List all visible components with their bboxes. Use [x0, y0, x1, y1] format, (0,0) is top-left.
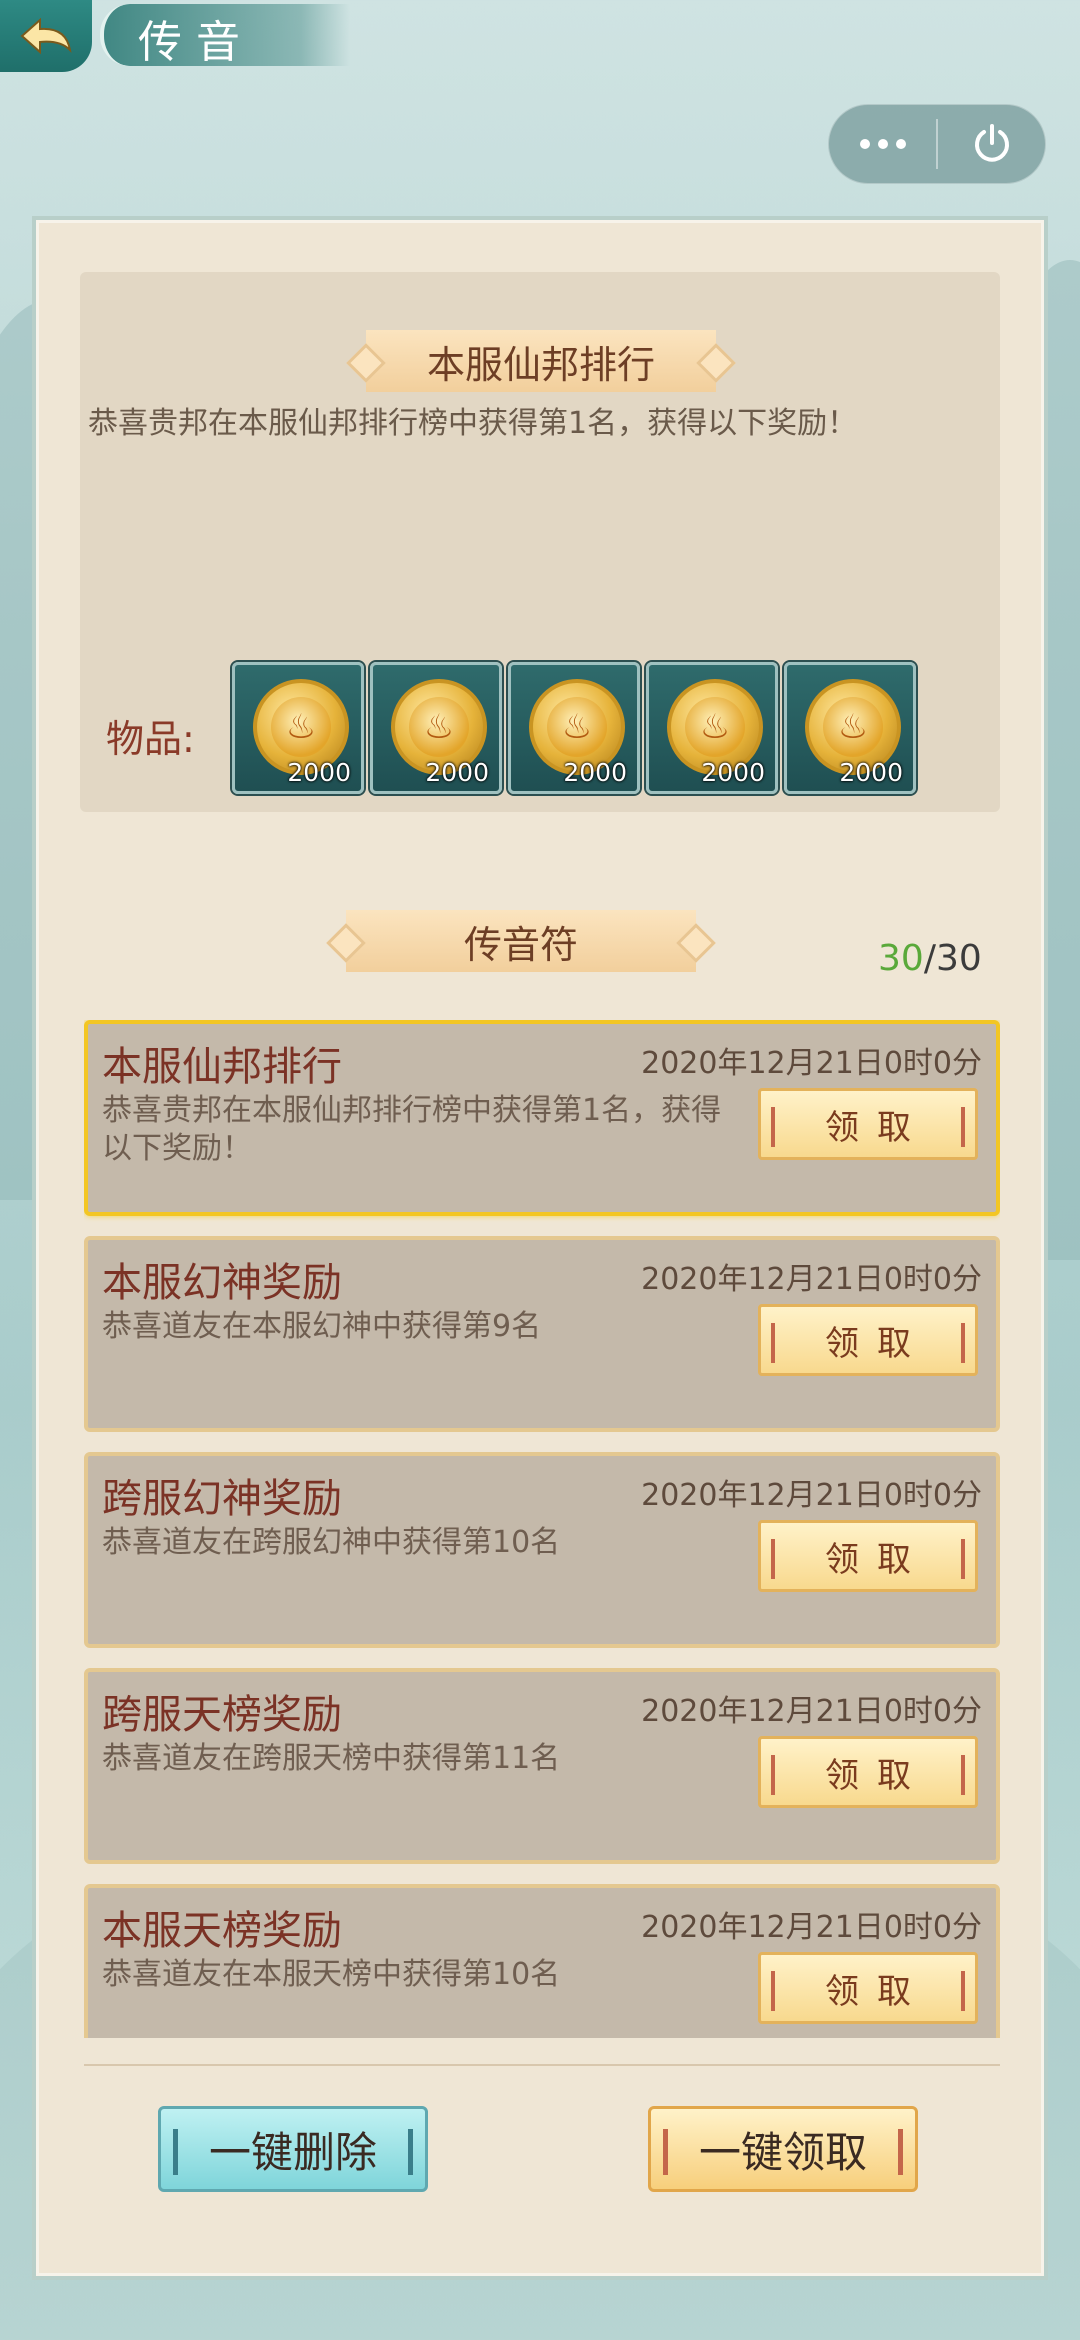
message-time: 2020年12月21日0时0分 — [641, 1262, 982, 1297]
more-button[interactable] — [829, 105, 936, 183]
close-program-button[interactable] — [938, 105, 1045, 183]
message-title: 本服仙邦排行 — [102, 1044, 342, 1090]
message-title: 本服幻神奖励 — [102, 1260, 342, 1306]
message-card[interactable]: 跨服天榜奖励 2020年12月21日0时0分 恭喜道友在跨服天榜中获得第11名 … — [84, 1668, 1000, 1864]
message-card[interactable]: 本服幻神奖励 2020年12月21日0时0分 恭喜道友在本服幻神中获得第9名 领… — [84, 1236, 1000, 1432]
message-desc: 恭喜贵邦在本服仙邦排行榜中获得第1名，获得以下奖励！ — [102, 1093, 722, 1166]
reward-item-slot[interactable]: ♨ 2000 — [784, 662, 916, 794]
message-count: 30/30 — [878, 938, 982, 979]
message-count-current: 30 — [878, 938, 924, 979]
claim-button[interactable]: 领取 — [758, 1520, 978, 1592]
page-title: 传音 — [138, 17, 254, 68]
message-time: 2020年12月21日0时0分 — [641, 1046, 982, 1081]
claim-button[interactable]: 领取 — [758, 1088, 978, 1160]
message-count-total: /30 — [923, 938, 982, 979]
message-desc: 恭喜道友在本服幻神中获得第9名 — [102, 1309, 542, 1344]
items-label: 物品: — [106, 717, 195, 761]
message-list[interactable]: 本服仙邦排行 2020年12月21日0时0分 恭喜贵邦在本服仙邦排行榜中获得第1… — [84, 1020, 1000, 2038]
message-title: 本服天榜奖励 — [102, 1908, 342, 1954]
back-button[interactable] — [0, 0, 92, 72]
top-bar: 传音 — [0, 0, 1080, 72]
detail-message: 恭喜贵邦在本服仙邦排行榜中获得第1名，获得以下奖励！ — [88, 406, 858, 441]
message-title: 跨服天榜奖励 — [102, 1692, 342, 1738]
claim-button[interactable]: 领取 — [758, 1304, 978, 1376]
message-title: 跨服幻神奖励 — [102, 1476, 342, 1522]
more-dots-icon — [859, 139, 906, 149]
item-quantity: 2000 — [701, 758, 765, 787]
collect-all-button[interactable]: 一键领取 — [648, 2106, 918, 2192]
claim-button[interactable]: 领取 — [758, 1952, 978, 2024]
message-card[interactable]: 跨服幻神奖励 2020年12月21日0时0分 恭喜道友在跨服幻神中获得第10名 … — [84, 1452, 1000, 1648]
section-heading: 传音符 — [346, 910, 696, 972]
footer-divider — [84, 2064, 1000, 2066]
reward-item-slot[interactable]: ♨ 2000 — [646, 662, 778, 794]
reward-item-slot[interactable]: ♨ 2000 — [232, 662, 364, 794]
back-arrow-icon — [20, 17, 72, 55]
item-quantity: 2000 — [425, 758, 489, 787]
message-card[interactable]: 本服天榜奖励 2020年12月21日0时0分 恭喜道友在本服天榜中获得第10名 … — [84, 1884, 1000, 2038]
message-time: 2020年12月21日0时0分 — [641, 1478, 982, 1513]
message-desc: 恭喜道友在跨服幻神中获得第10名 — [102, 1525, 561, 1560]
reward-item-slot[interactable]: ♨ 2000 — [370, 662, 502, 794]
item-quantity: 2000 — [839, 758, 903, 787]
message-desc: 恭喜道友在本服天榜中获得第10名 — [102, 1957, 561, 1992]
message-time: 2020年12月21日0时0分 — [641, 1694, 982, 1729]
item-quantity: 2000 — [287, 758, 351, 787]
message-time: 2020年12月21日0时0分 — [641, 1910, 982, 1945]
mini-program-capsule — [828, 104, 1046, 184]
delete-all-button[interactable]: 一键删除 — [158, 2106, 428, 2192]
power-icon — [974, 124, 1009, 162]
claim-button[interactable]: 领取 — [758, 1736, 978, 1808]
detail-heading: 本服仙邦排行 — [366, 330, 716, 392]
message-desc: 恭喜道友在跨服天榜中获得第11名 — [102, 1741, 561, 1776]
reward-item-slot[interactable]: ♨ 2000 — [508, 662, 640, 794]
message-card[interactable]: 本服仙邦排行 2020年12月21日0时0分 恭喜贵邦在本服仙邦排行榜中获得第1… — [84, 1020, 1000, 1216]
item-quantity: 2000 — [563, 758, 627, 787]
